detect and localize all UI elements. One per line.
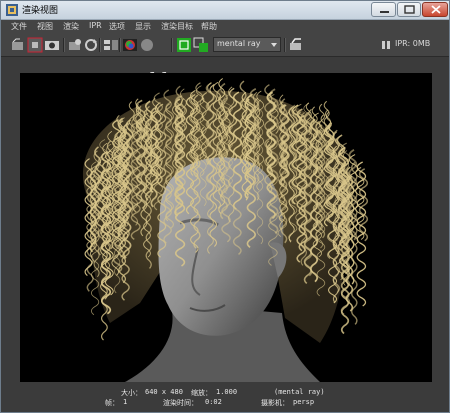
ipr-render-icon[interactable] bbox=[67, 37, 83, 53]
status-frame-value: 1 bbox=[123, 398, 128, 406]
close-icon bbox=[431, 5, 441, 14]
title-bar: 渲染视图 bbox=[1, 1, 449, 20]
hair-curl bbox=[356, 161, 367, 307]
status-zoom-label: 缩放： bbox=[191, 389, 212, 397]
minimize-icon bbox=[380, 11, 389, 13]
status-size-label: 大小： bbox=[121, 389, 142, 397]
display-icon[interactable] bbox=[193, 37, 209, 53]
menu-file[interactable]: 文件 bbox=[11, 21, 27, 32]
maximize-button[interactable] bbox=[397, 2, 421, 17]
region-render-icon[interactable] bbox=[27, 37, 43, 53]
window-title: 渲染视图 bbox=[22, 6, 59, 16]
render-viewport[interactable] bbox=[20, 73, 432, 382]
menu-render[interactable]: 渲染 bbox=[63, 21, 79, 32]
render-image bbox=[82, 78, 369, 382]
pause-icon[interactable] bbox=[378, 37, 394, 53]
render-view-window: 渲染视图 文件 视图 渲染 IPR 选项 显示 渲染目标 帮助 mental r… bbox=[0, 0, 450, 413]
renderer-select-value: mental ray bbox=[217, 39, 261, 48]
redo-render-icon[interactable] bbox=[10, 37, 26, 53]
refresh-icon[interactable] bbox=[83, 37, 99, 53]
region-toggle-icon[interactable] bbox=[176, 37, 192, 53]
toolbar-separator bbox=[284, 38, 286, 52]
toolbar-separator bbox=[99, 38, 101, 52]
toolbar-separator bbox=[171, 38, 173, 52]
app-icon bbox=[6, 4, 18, 16]
menu-ipr[interactable]: IPR bbox=[89, 21, 102, 30]
status-size-value: 640 x 480 bbox=[145, 388, 183, 396]
keep-image-icon[interactable] bbox=[103, 37, 119, 53]
toolbar-separator bbox=[63, 38, 65, 52]
menu-options[interactable]: 选项 bbox=[109, 21, 125, 32]
renderer-select[interactable]: mental ray bbox=[213, 37, 281, 52]
minimize-button[interactable] bbox=[371, 2, 396, 17]
menu-view[interactable]: 视图 bbox=[37, 21, 53, 32]
status-camera-value: persp bbox=[293, 398, 315, 406]
menu-display[interactable]: 显示 bbox=[135, 21, 151, 32]
status-time-label: 渲染时间： bbox=[163, 399, 198, 407]
close-button[interactable] bbox=[422, 2, 448, 17]
ipr-memory-status: IPR: 0MB bbox=[395, 39, 431, 48]
menu-bar: 文件 视图 渲染 IPR 选项 显示 渲染目标 帮助 bbox=[1, 20, 449, 34]
color-channels-icon[interactable] bbox=[122, 37, 138, 53]
toolbar-separator bbox=[119, 38, 121, 52]
status-time-value: 0:02 bbox=[205, 398, 222, 406]
status-zoom-value: 1.000 bbox=[216, 388, 238, 396]
maximize-icon bbox=[404, 5, 415, 14]
snapshot-icon[interactable] bbox=[44, 37, 60, 53]
status-frame-label: 帧： bbox=[105, 399, 119, 407]
menu-help[interactable]: 帮助 bbox=[201, 21, 217, 32]
alpha-channel-icon[interactable] bbox=[139, 37, 155, 53]
chevron-down-icon bbox=[271, 43, 277, 47]
status-camera-label: 摄影机： bbox=[261, 399, 289, 407]
status-renderer: (mental ray) bbox=[274, 388, 325, 396]
menu-render-target[interactable]: 渲染目标 bbox=[161, 21, 193, 32]
settings-icon[interactable] bbox=[288, 37, 304, 53]
